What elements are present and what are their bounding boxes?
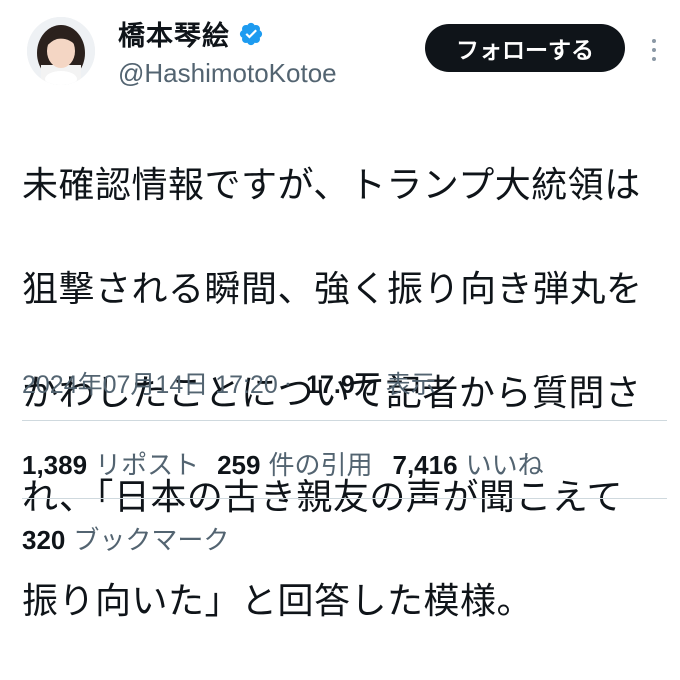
quotes-label: 件の引用	[268, 451, 373, 481]
tweet-text-line: 未確認情報ですが、トランプ大統領は	[22, 165, 641, 206]
tweet-text-line: 振り向いた」と回答した模様。	[22, 581, 534, 622]
tweet-text-line: 狙撃される瞬間、強く振り向き弾丸を	[22, 269, 643, 310]
more-dot	[652, 57, 656, 61]
likes-count: 7,416	[392, 450, 458, 480]
more-dot	[652, 48, 656, 52]
bookmarks-label: ブックマーク	[73, 526, 230, 556]
more-dot	[652, 39, 656, 43]
avatar[interactable]	[27, 17, 95, 85]
meta-separator: ·	[283, 368, 293, 397]
reposts-stat[interactable]: 1,389 リポスト	[22, 445, 199, 482]
bookmarks-count: 320	[22, 525, 66, 555]
author-handle[interactable]: @HashimotoKotoe	[118, 58, 337, 89]
views-count: 17.9万	[306, 371, 380, 399]
tweet-timestamp[interactable]: 2024年07月14日 17:20	[22, 365, 278, 401]
likes-stat[interactable]: 7,416 いいね	[393, 445, 544, 482]
verified-badge-icon	[239, 22, 263, 45]
tweet-meta: 2024年07月14日 17:20 · 17.9万 表示	[22, 365, 436, 401]
reposts-count: 1,389	[22, 450, 88, 480]
avatar-image	[27, 17, 95, 85]
bookmarks-stat[interactable]: 320 ブックマーク	[22, 520, 229, 557]
divider	[22, 498, 667, 499]
divider	[22, 420, 667, 421]
author-display-name[interactable]: 橋本琴絵	[118, 14, 230, 53]
tweet-header: 橋本琴絵 @HashimotoKotoe フォローする	[0, 0, 680, 100]
more-vertical-icon[interactable]	[644, 30, 664, 70]
likes-label: いいね	[465, 451, 544, 481]
follow-button[interactable]: フォローする	[425, 24, 625, 72]
engagement-stats: 1,389 リポスト 259 件の引用 7,416 いいね	[22, 445, 544, 482]
quotes-stat[interactable]: 259 件の引用	[217, 445, 372, 482]
quotes-count: 259	[217, 450, 261, 480]
views-label: 表示	[385, 371, 436, 399]
reposts-label: リポスト	[95, 451, 200, 481]
